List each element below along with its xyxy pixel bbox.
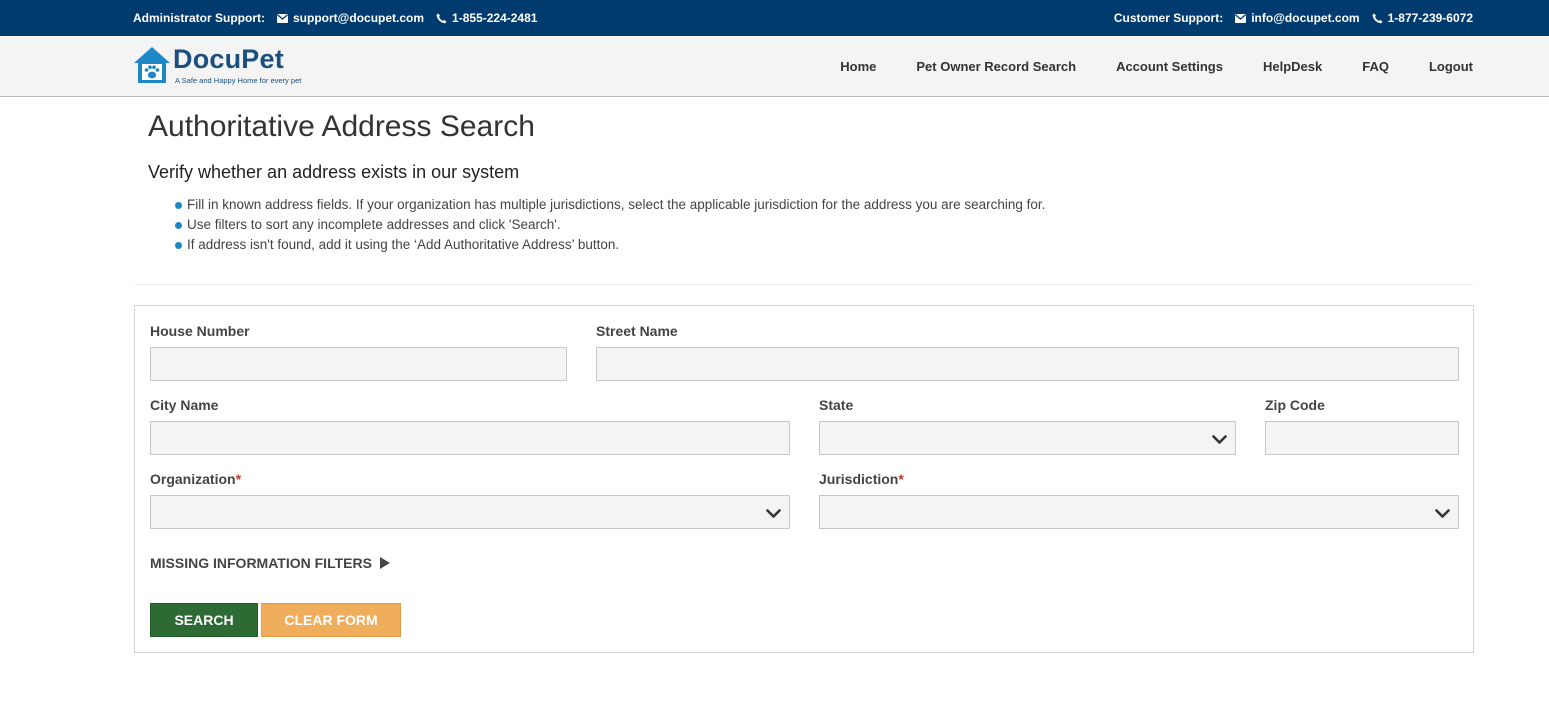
support-bar: Administrator Support: support@docupet.c… <box>0 0 1549 36</box>
street-name-input[interactable] <box>596 347 1459 381</box>
city-name-label: City Name <box>150 397 219 413</box>
nav-helpdesk[interactable]: HelpDesk <box>1263 59 1322 74</box>
instructions-list: Fill in known address fields. If your or… <box>175 195 1045 255</box>
bullet-dot-icon <box>175 222 182 229</box>
required-asterisk: * <box>898 471 904 487</box>
instruction-item: Use filters to sort any incomplete addre… <box>175 215 1045 235</box>
envelope-icon <box>1235 13 1247 23</box>
envelope-icon <box>277 13 288 23</box>
phone-icon <box>1372 13 1383 24</box>
customer-support-label: Customer Support: <box>1113 11 1224 25</box>
address-search-form: House Number Street Name City Name State… <box>134 305 1474 653</box>
search-button[interactable]: Search <box>150 603 258 637</box>
admin-support: Administrator Support: support@docupet.c… <box>133 0 537 36</box>
nav-faq[interactable]: FAQ <box>1362 59 1389 74</box>
clear-form-button[interactable]: Clear Form <box>261 603 401 637</box>
house-number-label: House Number <box>150 323 250 339</box>
house-paw-icon <box>133 46 171 89</box>
zip-code-label: Zip Code <box>1265 397 1325 413</box>
customer-email-link[interactable]: info@docupet.com <box>1251 11 1359 25</box>
city-name-input[interactable] <box>150 421 790 455</box>
site-header: DocuPet A Safe and Happy Home for every … <box>0 36 1549 97</box>
customer-phone-link[interactable]: 1-877-239-6072 <box>1388 11 1473 25</box>
bullet-dot-icon <box>175 202 182 209</box>
chevron-down-icon <box>766 506 781 524</box>
admin-support-label: Administrator Support: <box>133 11 265 25</box>
organization-label-text: Organization <box>150 471 236 487</box>
nav-logout[interactable]: Logout <box>1429 59 1473 74</box>
instruction-text: If address isn't found, add it using the… <box>187 237 620 252</box>
street-name-label: Street Name <box>596 323 678 339</box>
admin-email-link[interactable]: support@docupet.com <box>293 11 424 25</box>
jurisdiction-label: Jurisdiction* <box>819 471 904 487</box>
filters-label: MISSING INFORMATION FILTERS <box>150 555 372 571</box>
nav-home[interactable]: Home <box>840 59 876 74</box>
organization-label: Organization* <box>150 471 241 487</box>
organization-select[interactable] <box>150 495 790 529</box>
logo-brand: DocuPet <box>173 44 284 74</box>
logo-tagline: A Safe and Happy Home for every pet <box>175 76 302 85</box>
instruction-item: If address isn't found, add it using the… <box>175 235 1045 255</box>
chevron-down-icon <box>1212 432 1227 450</box>
instruction-text: Fill in known address fields. If your or… <box>187 197 1046 212</box>
bullet-dot-icon <box>175 242 182 249</box>
customer-support: Customer Support: info@docupet.com 1-877… <box>1114 0 1473 36</box>
phone-icon <box>436 13 447 24</box>
page-subtitle: Verify whether an address exists in our … <box>148 162 520 182</box>
jurisdiction-select[interactable] <box>819 495 1459 529</box>
instruction-item: Fill in known address fields. If your or… <box>175 195 1045 215</box>
jurisdiction-label-text: Jurisdiction <box>819 471 899 487</box>
state-label: State <box>819 397 854 413</box>
zip-code-input[interactable] <box>1265 421 1459 455</box>
triangle-right-icon <box>379 557 390 569</box>
nav-account-settings[interactable]: Account Settings <box>1116 59 1223 74</box>
main-nav: Home Pet Owner Record Search Account Set… <box>800 36 1473 97</box>
state-select[interactable] <box>819 421 1236 455</box>
page-title: Authoritative Address Search <box>148 110 535 143</box>
missing-information-filters-toggle[interactable]: MISSING INFORMATION FILTERS <box>150 555 390 571</box>
chevron-down-icon <box>1435 506 1450 524</box>
instruction-text: Use filters to sort any incomplete addre… <box>187 217 561 232</box>
house-number-input[interactable] <box>150 347 567 381</box>
section-divider <box>134 284 1474 285</box>
nav-pet-owner-record-search[interactable]: Pet Owner Record Search <box>916 59 1076 74</box>
admin-phone-link[interactable]: 1-855-224-2481 <box>452 11 537 25</box>
docupet-logo[interactable]: DocuPet A Safe and Happy Home for every … <box>133 44 328 89</box>
required-asterisk: * <box>235 471 242 487</box>
